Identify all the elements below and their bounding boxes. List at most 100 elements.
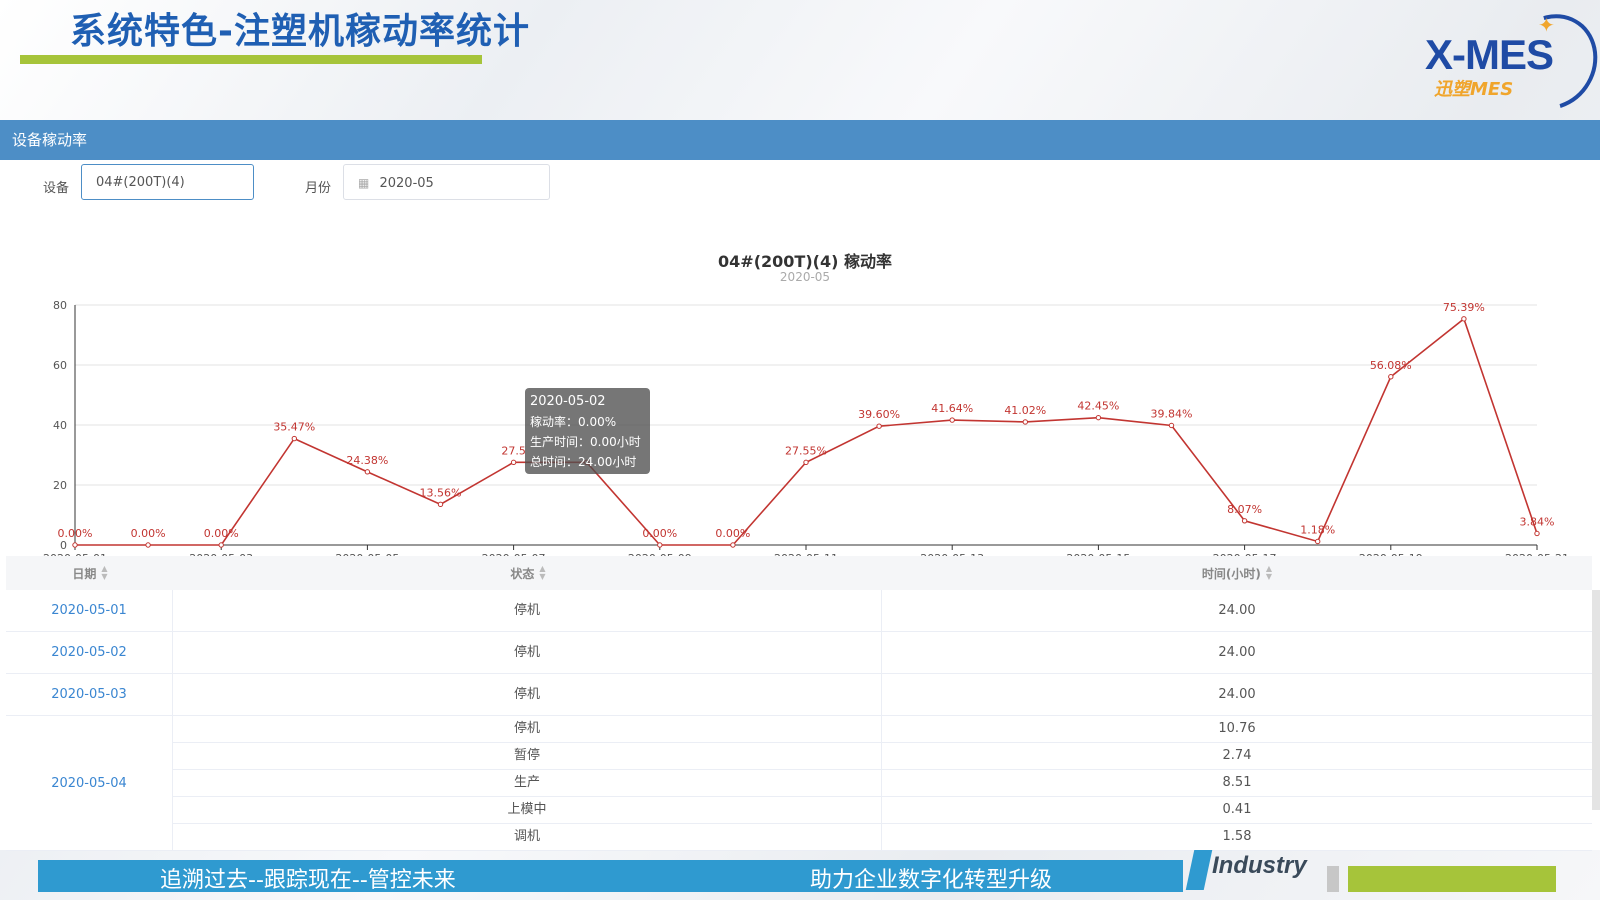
data-point <box>1095 414 1102 421</box>
data-point <box>1534 530 1540 537</box>
data-label: 8.07% <box>1227 503 1262 516</box>
footer-slogan-right: 助力企业数字化转型升级 <box>810 868 1053 893</box>
tooltip-total: 总时间：24.00小时 <box>530 455 637 469</box>
hours-cell: 8.51 <box>1222 775 1252 790</box>
hours-cell: 24.00 <box>1218 603 1256 618</box>
slide-title: 系统特色-注塑机稼动率统计 <box>70 11 530 52</box>
footer-gray-block <box>1327 866 1339 892</box>
logo-sub-text: 迅塑MES <box>1434 79 1514 100</box>
month-picker-value: 2020-05 <box>379 176 434 191</box>
footer-green-block <box>1348 866 1556 892</box>
data-label: 0.00% <box>204 527 239 540</box>
status-cell: 生产 <box>173 770 882 796</box>
status-cell: 调机 <box>173 824 882 850</box>
utilization-line-chart[interactable]: 0204060802020-05-012020-05-032020-05-052… <box>0 218 1600 570</box>
status-cell: 上模中 <box>173 797 882 823</box>
data-point <box>1168 422 1175 429</box>
data-point <box>364 469 371 475</box>
sort-icon[interactable]: ▲ ▼ <box>1266 565 1272 581</box>
status-entry: 暂停 2.74 <box>173 743 1592 770</box>
date-link[interactable]: 2020-05-03 <box>6 674 173 715</box>
col-status-header[interactable]: 状态 ▲ ▼ <box>174 556 882 590</box>
data-label: 75.39% <box>1443 301 1485 314</box>
data-label: 0.00% <box>642 527 677 540</box>
data-point <box>218 542 224 548</box>
status-cell: 停机 <box>173 632 882 673</box>
table-row: 2020-05-04 停机 10.76 暂停 2.74 生产 8.51 上模中 0.41 调机 1.… <box>6 716 1592 851</box>
logo-main-text: X-MES <box>1425 31 1554 78</box>
data-label: 0.00% <box>131 527 166 540</box>
month-picker[interactable]: ▦ 2020-05 <box>343 164 550 200</box>
table-header: 日期 ▲ ▼ 状态 ▲ ▼ 时间(小时) ▲ ▼ <box>6 556 1592 590</box>
y-tick-label: 80 <box>53 299 67 312</box>
status-entry: 调机 1.58 <box>173 824 1592 850</box>
status-cell: 停机 <box>173 716 882 742</box>
data-point <box>72 542 78 548</box>
data-label: 39.84% <box>1151 407 1193 420</box>
col-date-header[interactable]: 日期 ▲ ▼ <box>6 556 174 590</box>
utilization-panel: 设备稼动率 设备 04#(200T)(4) 月份 ▦ 2020-05 04#(2… <box>0 120 1600 851</box>
status-table: 日期 ▲ ▼ 状态 ▲ ▼ 时间(小时) ▲ ▼ 2020-05-01 停机 24.00 2… <box>6 556 1592 851</box>
status-cell: 暂停 <box>173 743 882 769</box>
col-hours-header[interactable]: 时间(小时) ▲ ▼ <box>882 556 1592 590</box>
date-link[interactable]: 2020-05-04 <box>6 716 173 850</box>
data-point <box>803 459 809 466</box>
data-label: 24.38% <box>346 454 388 467</box>
hours-cell: 10.76 <box>1218 721 1256 736</box>
device-select[interactable]: 04#(200T)(4) <box>81 164 254 200</box>
hours-cell: 24.00 <box>1218 687 1256 702</box>
data-label: 41.64% <box>931 402 973 415</box>
status-entry: 停机 24.00 <box>173 590 1592 631</box>
y-tick-label: 0 <box>60 539 67 552</box>
device-select-value: 04#(200T)(4) <box>96 175 185 190</box>
data-point <box>510 459 517 466</box>
sort-icon[interactable]: ▲ ▼ <box>101 565 107 581</box>
date-link[interactable]: 2020-05-01 <box>6 590 173 631</box>
data-point <box>145 542 151 548</box>
footer-slogan-left: 追溯过去--跟踪现在--管控未来 <box>160 868 456 893</box>
title-underline <box>20 55 482 64</box>
status-entry: 停机 10.76 <box>173 716 1592 743</box>
status-entry: 停机 24.00 <box>173 632 1592 673</box>
data-label: 3.84% <box>1520 515 1555 528</box>
data-point <box>1388 374 1394 380</box>
data-label: 35.47% <box>273 421 315 434</box>
y-tick-label: 20 <box>53 479 67 492</box>
month-label: 月份 <box>305 181 332 196</box>
data-point <box>876 423 882 429</box>
col-date-label: 日期 <box>72 566 97 581</box>
tooltip-production: 生产时间：0.00小时 <box>530 435 641 449</box>
calendar-icon: ▦ <box>358 176 370 190</box>
date-link[interactable]: 2020-05-02 <box>6 632 173 673</box>
data-point <box>949 417 955 423</box>
col-status-label: 状态 <box>510 566 535 581</box>
data-label: 27.55% <box>785 444 827 457</box>
y-tick-label: 40 <box>53 419 67 432</box>
status-entry: 停机 24.00 <box>173 674 1592 715</box>
hours-cell: 0.41 <box>1222 802 1252 817</box>
data-point <box>291 435 297 442</box>
panel-header: 设备稼动率 <box>0 120 1600 160</box>
data-point <box>1022 419 1029 425</box>
data-label: 27.5 <box>501 444 526 457</box>
status-cell: 停机 <box>173 590 882 631</box>
table-scrollbar[interactable] <box>1592 590 1600 810</box>
data-label: 0.00% <box>58 527 93 540</box>
hours-cell: 1.58 <box>1222 829 1252 844</box>
tooltip-rate: 稼动率：0.00% <box>530 415 617 429</box>
data-point <box>730 542 736 548</box>
xmes-logo: ✦ X-MES 迅塑MES <box>1420 0 1600 127</box>
status-entry: 生产 8.51 <box>173 770 1592 797</box>
filter-form: 设备 04#(200T)(4) 月份 ▦ 2020-05 <box>0 164 1600 204</box>
table-row: 2020-05-02 停机 24.00 <box>6 632 1592 674</box>
y-tick-label: 60 <box>53 359 67 372</box>
data-label: 39.60% <box>858 408 900 421</box>
hours-cell: 2.74 <box>1222 748 1252 763</box>
tooltip-date: 2020-05-02 <box>530 394 606 409</box>
industry-logo: Industry <box>1212 852 1307 879</box>
sort-icon[interactable]: ▲ ▼ <box>539 565 545 581</box>
data-point <box>437 501 444 508</box>
data-point <box>1461 316 1467 322</box>
data-label: 56.08% <box>1370 359 1412 372</box>
hours-cell: 24.00 <box>1218 645 1256 660</box>
